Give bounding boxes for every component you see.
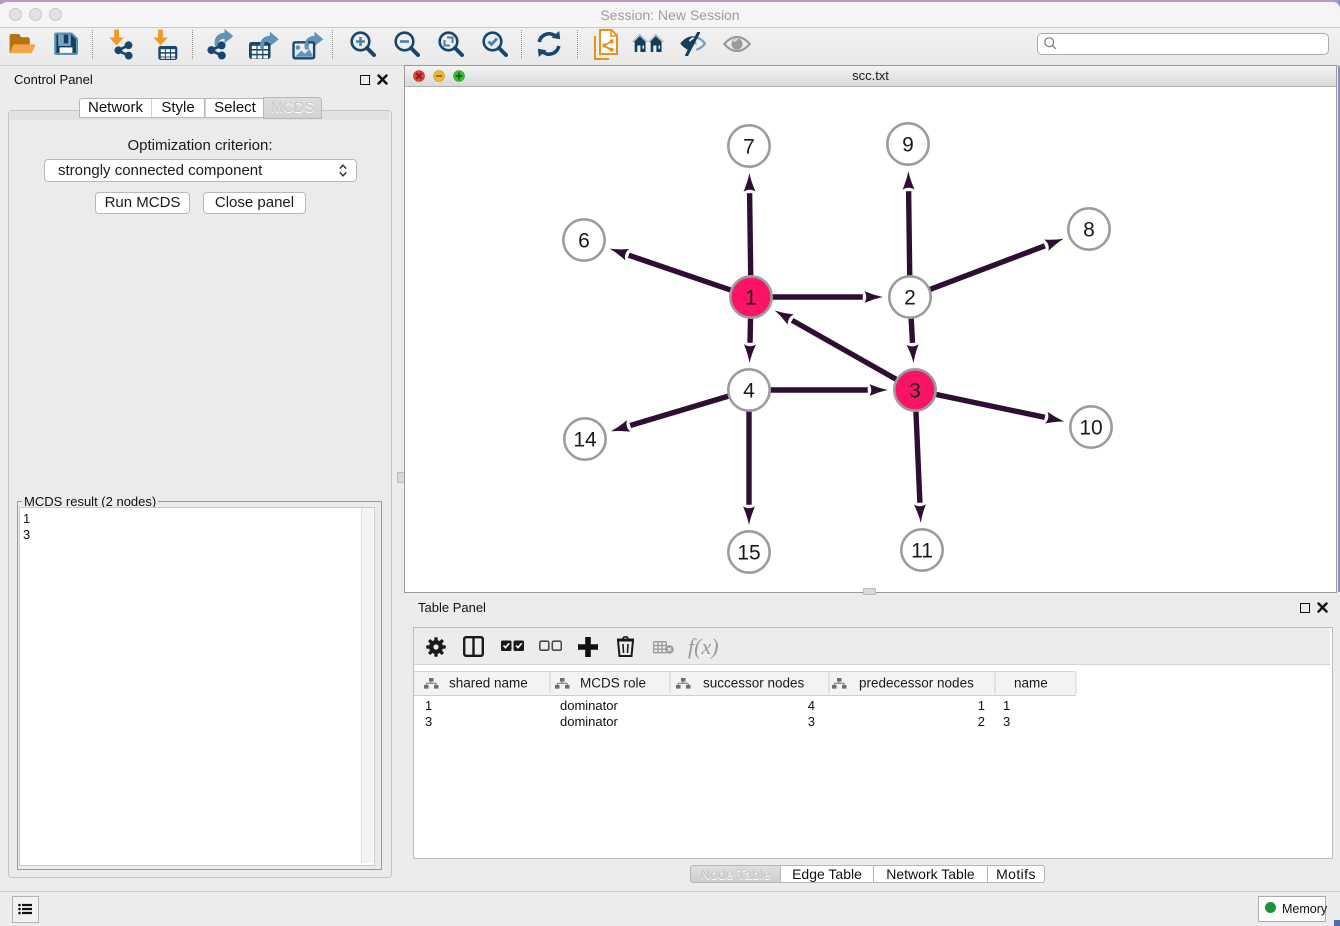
svg-text:shared name: shared name — [449, 676, 528, 691]
svg-text:6: 6 — [578, 230, 590, 253]
svg-text:15: 15 — [737, 542, 760, 565]
svg-text:2: 2 — [904, 287, 916, 310]
svg-text:MCDS role: MCDS role — [580, 676, 646, 691]
svg-text:14: 14 — [573, 429, 597, 452]
svg-text:11: 11 — [911, 540, 933, 563]
svg-text:3: 3 — [909, 380, 921, 403]
svg-text:1: 1 — [745, 287, 757, 310]
svg-text:8: 8 — [1083, 219, 1095, 242]
svg-text:10: 10 — [1079, 417, 1102, 440]
svg-text:4: 4 — [743, 380, 755, 403]
svg-text:9: 9 — [902, 134, 914, 157]
svg-text:name: name — [1014, 676, 1048, 691]
svg-text:predecessor nodes: predecessor nodes — [859, 676, 974, 691]
svg-text:successor nodes: successor nodes — [703, 676, 805, 691]
svg-text:7: 7 — [743, 136, 755, 159]
